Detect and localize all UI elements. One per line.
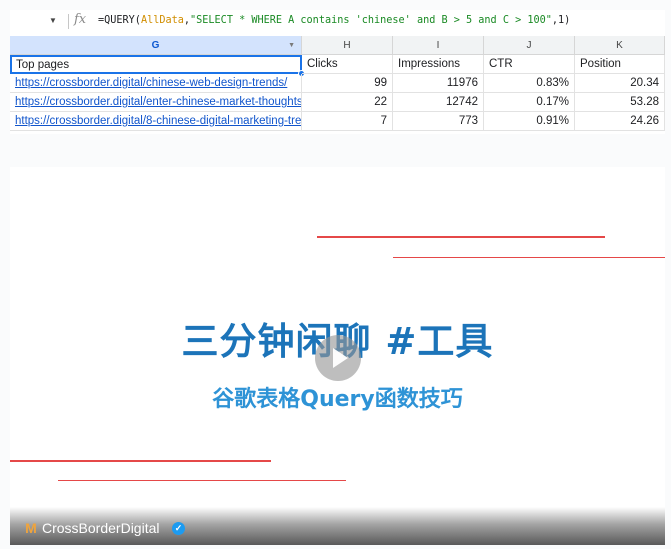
formula-query-string: "SELECT * WHERE A contains 'chinese' and…: [190, 15, 552, 26]
channel-name[interactable]: CrossBorderDigital: [42, 520, 159, 536]
video-subtitle: 谷歌表格Query函数技巧: [212, 387, 463, 412]
column-header-k[interactable]: K: [575, 36, 665, 55]
column-header-g[interactable]: G ▼: [10, 36, 302, 55]
cell-impressions-header[interactable]: Impressions: [393, 55, 484, 74]
verified-check-icon: ✓: [172, 522, 185, 535]
decorative-red-line: [317, 236, 605, 238]
formula-bar: ▼ fx =QUERY(AllData,"SELECT * WHERE A co…: [10, 10, 665, 34]
page: ▼ fx =QUERY(AllData,"SELECT * WHERE A co…: [0, 0, 671, 549]
spreadsheet-panel: ▼ fx =QUERY(AllData,"SELECT * WHERE A co…: [10, 10, 665, 134]
table-row-2-impressions[interactable]: 12742: [393, 93, 484, 112]
table-row-1-clicks[interactable]: 99: [302, 74, 393, 93]
cell-position-header[interactable]: Position: [575, 55, 665, 74]
formula-range: AllData: [140, 15, 184, 26]
table-row-1-ctr[interactable]: 0.83%: [484, 74, 575, 93]
column-header-i[interactable]: I: [393, 36, 484, 55]
table-row-2-clicks[interactable]: 22: [302, 93, 393, 112]
table-row-3-position[interactable]: 24.26: [575, 112, 665, 131]
table-row-3-impressions[interactable]: 773: [393, 112, 484, 131]
table-row-1-impressions[interactable]: 11976: [393, 74, 484, 93]
table-row-3-ctr[interactable]: 0.91%: [484, 112, 575, 131]
table-row-3-clicks[interactable]: 7: [302, 112, 393, 131]
video-player[interactable]: 三分钟闲聊 #工具 谷歌表格Query函数技巧 M CrossBorderDig…: [10, 167, 665, 545]
cell-top-pages-header[interactable]: Top pages: [10, 55, 302, 74]
column-header-h[interactable]: H: [302, 36, 393, 55]
decorative-red-line: [393, 257, 665, 258]
cell-ctr-header[interactable]: CTR: [484, 55, 575, 74]
table-row-1-position[interactable]: 20.34: [575, 74, 665, 93]
fx-icon: fx: [74, 12, 87, 27]
table-row-2-url[interactable]: https://crossborder.digital/enter-chines…: [10, 93, 302, 112]
channel-logo-icon[interactable]: M: [23, 520, 39, 536]
column-letter: G: [151, 40, 160, 51]
table-row-3-url[interactable]: https://crossborder.digital/8-chinese-di…: [10, 112, 302, 131]
name-box-dropdown-icon[interactable]: ▼: [46, 14, 60, 28]
table-row-2-position[interactable]: 53.28: [575, 93, 665, 112]
formula-suffix: ,1): [551, 15, 571, 26]
decorative-red-line: [58, 480, 346, 481]
table-row-1-url[interactable]: https://crossborder.digital/chinese-web-…: [10, 74, 302, 93]
column-header-j[interactable]: J: [484, 36, 575, 55]
cell-clicks-header[interactable]: Clicks: [302, 55, 393, 74]
formula-bar-divider: [68, 14, 69, 29]
column-menu-icon[interactable]: ▼: [288, 36, 295, 55]
formula-prefix: =QUERY(: [98, 15, 141, 26]
formula-input[interactable]: =QUERY(AllData,"SELECT * WHERE A contain…: [98, 15, 570, 26]
play-button[interactable]: [315, 335, 361, 381]
decorative-red-line: [10, 460, 271, 462]
table-row-2-ctr[interactable]: 0.17%: [484, 93, 575, 112]
video-footer: M CrossBorderDigital ✓: [10, 507, 665, 545]
